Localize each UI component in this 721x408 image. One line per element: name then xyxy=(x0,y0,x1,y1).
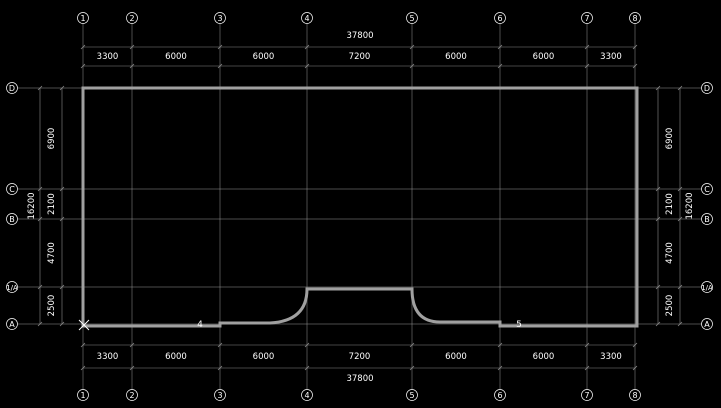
point-label-5[interactable]: 5 xyxy=(516,320,522,330)
axis-bottom-6-label: 6 xyxy=(497,391,502,400)
axis-bottom-7-label: 7 xyxy=(584,391,589,400)
bottom-spacing-7: 3300 xyxy=(600,352,622,362)
bottom-total-dimension: 37800 xyxy=(346,374,373,384)
axis-left-D-label: D xyxy=(9,84,15,93)
axis-right-1-A-label: 1/A xyxy=(701,284,713,292)
axis-bottom-7[interactable]: 7 xyxy=(581,389,593,401)
axis-left-1-A-label: 1/A xyxy=(6,284,18,292)
axis-top-7[interactable]: 7 xyxy=(581,12,593,24)
axis-right-B-label: B xyxy=(704,215,710,224)
axis-left-B-label: B xyxy=(9,215,15,224)
left-spacing-3: 2100 xyxy=(47,193,57,215)
top-spacing-2: 6000 xyxy=(165,52,187,62)
right-spacing-2: 4700 xyxy=(665,242,675,264)
axis-right-A-label: A xyxy=(704,320,710,329)
axis-right-D-label: D xyxy=(704,84,710,93)
axis-left-A[interactable]: A xyxy=(6,318,18,330)
axis-top-5-label: 5 xyxy=(409,14,414,23)
axis-left-C-label: C xyxy=(9,185,15,194)
axis-bottom-3-label: 3 xyxy=(217,391,222,400)
axis-bottom-2[interactable]: 2 xyxy=(126,389,138,401)
axis-top-6[interactable]: 6 xyxy=(494,12,506,24)
axis-left-B[interactable]: B xyxy=(6,213,18,225)
axis-bottom-8-label: 8 xyxy=(632,391,637,400)
left-spacing-4: 6900 xyxy=(47,128,57,150)
axis-left-D[interactable]: D xyxy=(6,82,18,94)
axis-bottom-3[interactable]: 3 xyxy=(214,389,226,401)
axis-right-A[interactable]: A xyxy=(701,318,713,330)
axis-top-3[interactable]: 3 xyxy=(214,12,226,24)
axis-bottom-1[interactable]: 1 xyxy=(77,389,89,401)
dimension-texts: 3300 6000 6000 7200 6000 6000 3300 3300 6000 6000… xyxy=(47,52,675,362)
axis-top-8-label: 8 xyxy=(632,14,637,23)
axis-bottom-4-label: 4 xyxy=(304,391,309,400)
dimension-lines xyxy=(37,44,683,371)
left-spacing-1: 2500 xyxy=(47,295,57,317)
axis-bottom-6[interactable]: 6 xyxy=(494,389,506,401)
axis-left-C[interactable]: C xyxy=(6,183,18,195)
bottom-spacing-6: 6000 xyxy=(533,352,555,362)
axis-top-6-label: 6 xyxy=(497,14,502,23)
axis-right-D[interactable]: D xyxy=(701,82,713,94)
axis-bottom-4[interactable]: 4 xyxy=(301,389,313,401)
drawing-canvas[interactable]: 37800 37800 16200 16200 3300 6000 6000 7200… xyxy=(0,0,721,404)
axis-bubbles: 1 1 2 2 3 3 4 4 5 5 6 6 7 7 8 8 A A 1/A 1/A B B C C D D xyxy=(6,12,713,401)
axis-top-2[interactable]: 2 xyxy=(126,12,138,24)
axis-top-2-label: 2 xyxy=(129,14,134,23)
top-spacing-6: 6000 xyxy=(533,52,555,62)
axis-top-1[interactable]: 1 xyxy=(77,12,89,24)
axis-bottom-5-label: 5 xyxy=(409,391,414,400)
point-label-4[interactable]: 4 xyxy=(197,320,203,330)
bottom-spacing-5: 6000 xyxy=(445,352,467,362)
axis-right-B[interactable]: B xyxy=(701,213,713,225)
axis-bottom-8[interactable]: 8 xyxy=(629,389,641,401)
top-spacing-4: 7200 xyxy=(349,52,371,62)
floor-plan-drawing[interactable]: 37800 37800 16200 16200 3300 6000 6000 7200… xyxy=(0,0,721,404)
axis-top-1-label: 1 xyxy=(80,14,85,23)
axis-right-C-label: C xyxy=(704,185,710,194)
axis-top-5[interactable]: 5 xyxy=(406,12,418,24)
bottom-spacing-3: 6000 xyxy=(253,352,275,362)
axis-top-7-label: 7 xyxy=(584,14,589,23)
axis-top-4[interactable]: 4 xyxy=(301,12,313,24)
grid-lines xyxy=(18,24,702,390)
right-spacing-1: 2500 xyxy=(665,295,675,317)
right-spacing-3: 2100 xyxy=(665,193,675,215)
bottom-spacing-4: 7200 xyxy=(349,352,371,362)
left-total-dimension: 16200 xyxy=(27,192,37,219)
right-spacing-4: 6900 xyxy=(665,128,675,150)
axis-bottom-1-label: 1 xyxy=(80,391,85,400)
building-outline[interactable] xyxy=(81,86,639,328)
top-spacing-1: 3300 xyxy=(97,52,119,62)
axis-right-C[interactable]: C xyxy=(701,183,713,195)
axis-top-4-label: 4 xyxy=(304,14,309,23)
top-spacing-7: 3300 xyxy=(600,52,622,62)
top-total-dimension: 37800 xyxy=(346,31,373,41)
right-total-dimension: 16200 xyxy=(685,192,695,219)
axis-left-1-A[interactable]: 1/A xyxy=(6,281,18,293)
axis-top-8[interactable]: 8 xyxy=(629,12,641,24)
axis-bottom-5[interactable]: 5 xyxy=(406,389,418,401)
axis-right-1-A[interactable]: 1/A xyxy=(701,281,713,293)
top-spacing-5: 6000 xyxy=(445,52,467,62)
axis-left-A-label: A xyxy=(9,320,15,329)
bottom-spacing-1: 3300 xyxy=(97,352,119,362)
axis-top-3-label: 3 xyxy=(217,14,222,23)
bottom-spacing-2: 6000 xyxy=(165,352,187,362)
top-spacing-3: 6000 xyxy=(253,52,275,62)
left-spacing-2: 4700 xyxy=(47,242,57,264)
axis-bottom-2-label: 2 xyxy=(129,391,134,400)
